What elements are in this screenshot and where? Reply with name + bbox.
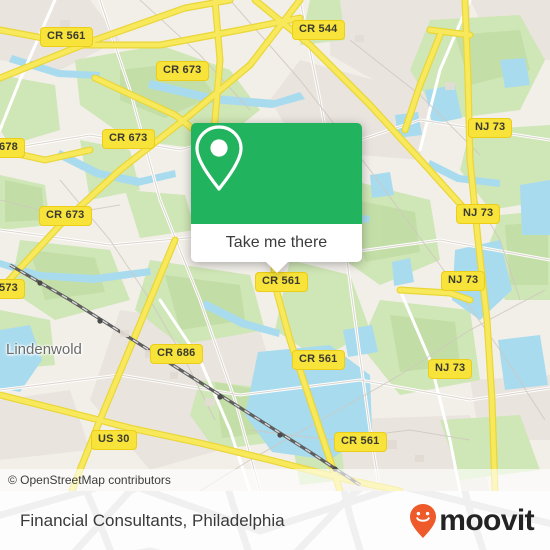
- map-canvas[interactable]: Lindenwold CR 561 CR 544 CR 673 CR 673 6…: [0, 0, 550, 491]
- footer-content: Financial Consultants, Philadelphia moov…: [0, 491, 550, 550]
- road-shield-cr544[interactable]: CR 544: [292, 20, 345, 40]
- footer-bar: Financial Consultants, Philadelphia moov…: [0, 491, 550, 550]
- road-shield-nj73[interactable]: NJ 73: [456, 204, 501, 224]
- location-title: Financial Consultants, Philadelphia: [20, 510, 285, 530]
- place-label-lindenwold: Lindenwold: [6, 341, 82, 358]
- map-pin-icon: [195, 125, 243, 191]
- road-shield-cr561[interactable]: CR 561: [292, 350, 345, 370]
- road-shield-cr561[interactable]: CR 561: [334, 432, 387, 452]
- popup-tail: [265, 262, 288, 273]
- moovit-smile-pin-icon: [410, 503, 437, 538]
- take-me-there-popup[interactable]: Take me there: [191, 123, 362, 273]
- road-shield-678[interactable]: 678: [0, 138, 25, 158]
- road-shield-cr673[interactable]: CR 673: [102, 129, 155, 149]
- road-shield-us30[interactable]: US 30: [91, 430, 137, 450]
- road-shield-nj73[interactable]: NJ 73: [441, 271, 486, 291]
- moovit-logo[interactable]: moovit: [409, 503, 535, 539]
- road-shield-nj73[interactable]: NJ 73: [468, 118, 513, 138]
- road-shield-cr686[interactable]: CR 686: [150, 344, 203, 364]
- moovit-wordmark: moovit: [439, 503, 534, 537]
- road-shield-cr561[interactable]: CR 561: [255, 272, 308, 292]
- take-me-there-button[interactable]: Take me there: [191, 224, 362, 262]
- map-page: Lindenwold CR 561 CR 544 CR 673 CR 673 6…: [0, 0, 550, 550]
- road-shield-cr673[interactable]: CR 673: [156, 61, 209, 81]
- road-shield-573[interactable]: 573: [0, 279, 25, 299]
- osm-attribution[interactable]: © OpenStreetMap contributors: [8, 473, 171, 487]
- road-shield-nj73[interactable]: NJ 73: [428, 359, 473, 379]
- take-me-there-label: Take me there: [225, 234, 328, 251]
- popup-image-panel: [191, 123, 362, 224]
- road-shield-cr673[interactable]: CR 673: [39, 206, 92, 226]
- road-shield-cr561[interactable]: CR 561: [40, 27, 93, 47]
